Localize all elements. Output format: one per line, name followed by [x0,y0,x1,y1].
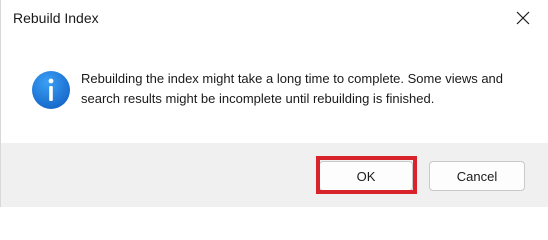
title-bar: Rebuild Index [1,0,548,38]
close-button[interactable] [505,2,541,34]
cancel-button[interactable]: Cancel [429,161,525,191]
dialog-message: Rebuilding the index might take a long t… [81,71,504,106]
close-icon [516,11,530,25]
dialog-footer: OK Cancel [1,143,548,207]
dialog-title: Rebuild Index [13,10,99,26]
info-icon [32,71,70,109]
rebuild-index-dialog: Rebuild Index Rebuilding the index might… [0,0,548,207]
dialog-content: Rebuilding the index might take a long t… [1,38,548,143]
ok-button[interactable]: OK [319,161,413,191]
